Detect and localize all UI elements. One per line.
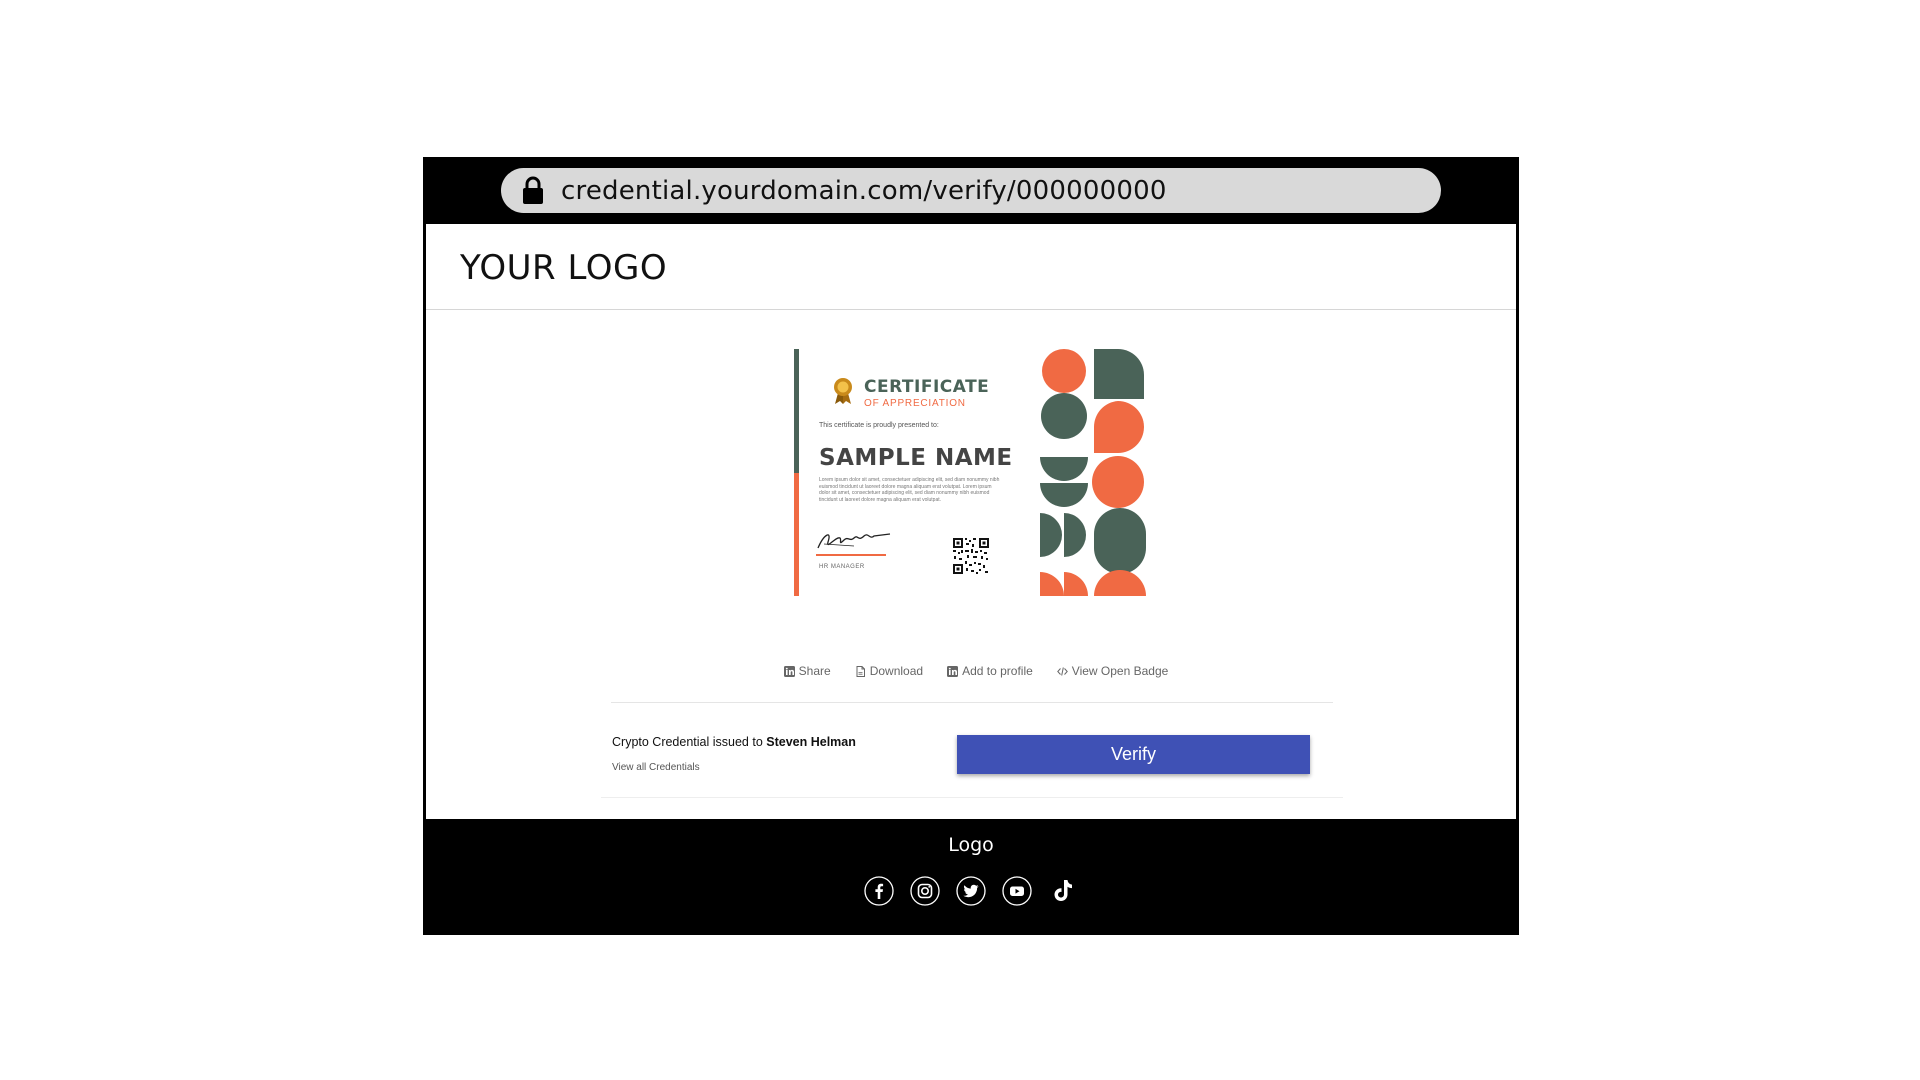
view-open-badge-button[interactable]: View Open Badge — [1056, 664, 1169, 678]
signer-role: HR MANAGER — [819, 564, 865, 570]
medal-icon — [834, 378, 852, 404]
certificate-recipient-name: SAMPLE NAME — [819, 445, 1013, 471]
tiktok-link[interactable] — [1048, 876, 1078, 906]
divider — [601, 797, 1343, 798]
signature — [817, 533, 891, 549]
facebook-link[interactable] — [864, 876, 894, 906]
view-all-credentials-link[interactable]: View all Credentials — [612, 762, 700, 773]
download-button[interactable]: Download — [855, 664, 923, 678]
share-button[interactable]: Share — [783, 664, 831, 678]
youtube-icon — [1002, 876, 1032, 906]
browser-frame: credential.yourdomain.com/verify/0000000… — [423, 157, 1519, 935]
footer-logo[interactable]: Logo — [423, 834, 1519, 856]
issued-prefix: Crypto Credential issued to — [612, 735, 763, 749]
share-label: Share — [798, 664, 831, 678]
issued-to-text: Crypto Credential issued to Steven Helma… — [612, 735, 856, 749]
certificate-accent-bar — [794, 349, 799, 473]
address-bar[interactable]: credential.yourdomain.com/verify/0000000… — [501, 168, 1441, 213]
add-to-profile-button[interactable]: Add to profile — [947, 664, 1033, 678]
geometric-pattern — [1040, 349, 1146, 596]
certificate-subtitle: OF APPRECIATION — [864, 398, 966, 409]
twitter-icon — [956, 876, 986, 906]
instagram-icon — [910, 876, 940, 906]
divider — [611, 702, 1333, 703]
download-label: Download — [869, 664, 924, 678]
facebook-icon — [864, 876, 894, 906]
add-to-profile-label: Add to profile — [962, 664, 1033, 678]
linkedin-icon — [783, 665, 795, 677]
youtube-link[interactable] — [1002, 876, 1032, 906]
site-header: YOUR LOGO — [426, 224, 1516, 310]
certificate-presented-text: This certificate is proudly presented to… — [819, 422, 939, 429]
page-content: YOUR LOGO CERTIFICATE OF APPRECIATION Th… — [426, 224, 1516, 819]
certificate-title: CERTIFICATE — [864, 377, 990, 397]
recipient-name: Steven Helman — [766, 735, 856, 749]
pattern-col-right — [1092, 349, 1146, 596]
linkedin-icon — [947, 665, 959, 677]
certificate-body-text: Lorem ipsum dolor sit amet, consectetuer… — [819, 477, 1000, 503]
url-text[interactable]: credential.yourdomain.com/verify/0000000… — [561, 176, 1167, 206]
qr-code-icon — [952, 537, 990, 575]
tiktok-icon — [1054, 880, 1072, 901]
pattern-col-left — [1040, 349, 1088, 596]
instagram-link[interactable] — [910, 876, 940, 906]
verify-button[interactable]: Verify — [957, 735, 1310, 774]
twitter-link[interactable] — [956, 876, 986, 906]
document-icon — [856, 665, 865, 677]
code-icon — [1056, 666, 1068, 676]
social-links — [423, 876, 1519, 906]
signature-line — [816, 554, 886, 556]
lock-icon — [523, 176, 543, 204]
certificate-accent-bar — [794, 473, 799, 596]
certificate-image: CERTIFICATE OF APPRECIATION This certifi… — [794, 349, 1156, 596]
view-open-badge-label: View Open Badge — [1071, 664, 1169, 678]
site-logo[interactable]: YOUR LOGO — [460, 248, 667, 288]
credential-actions: Share Download Add to profile View Open … — [761, 661, 1191, 681]
